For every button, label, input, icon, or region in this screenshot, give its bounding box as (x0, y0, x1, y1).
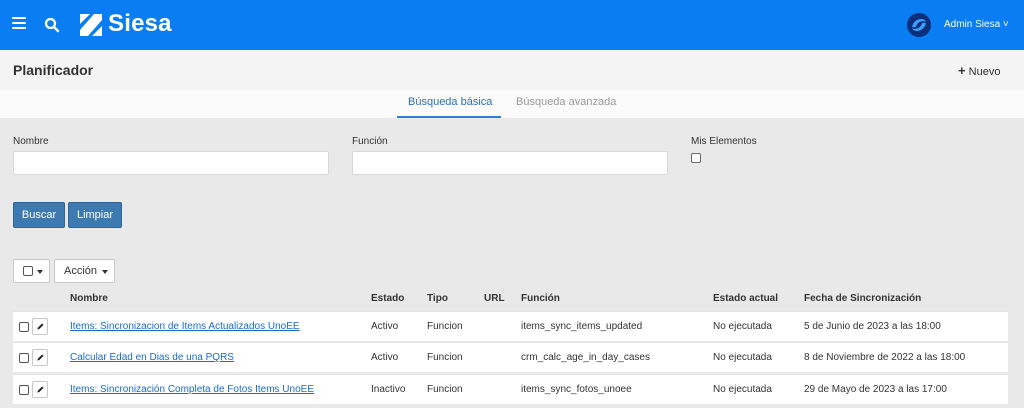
column-header-url[interactable]: URL (484, 293, 505, 304)
pencil-icon[interactable] (32, 349, 48, 366)
search-button[interactable]: Buscar (13, 202, 65, 228)
pencil-icon[interactable] (32, 381, 48, 398)
search-icon[interactable] (44, 17, 60, 33)
my-elements-checkbox[interactable] (691, 153, 701, 163)
row-current-status: No ejecutada (713, 384, 772, 395)
action-dropdown-label: Acción (64, 265, 98, 277)
column-header-status[interactable]: Estado (371, 293, 404, 304)
name-label: Nombre (13, 136, 49, 147)
table-row: Items: Sincronizacion de Items Actualiza… (13, 311, 1008, 341)
brand-name[interactable]: Siesa (108, 10, 172, 38)
select-all-dropdown[interactable] (13, 259, 50, 283)
function-input[interactable] (352, 151, 668, 175)
table-row: Calcular Edad en Dias de una PQRS Activo… (13, 342, 1008, 372)
column-header-current-status[interactable]: Estado actual (713, 293, 778, 304)
tab-basic-search[interactable]: Búsqueda básica (408, 96, 492, 108)
function-label: Función (352, 136, 388, 147)
clear-button[interactable]: Limpiar (68, 202, 122, 228)
row-sync-date: 5 de Junio de 2023 a las 18:00 (804, 321, 941, 332)
new-button[interactable]: + Nuevo (958, 63, 1000, 78)
caret-down-icon (37, 270, 43, 274)
row-current-status: No ejecutada (713, 352, 772, 363)
row-checkbox[interactable] (19, 385, 29, 395)
row-status: Activo (371, 352, 399, 363)
caret-down-icon (102, 270, 108, 274)
column-header-name[interactable]: Nombre (70, 293, 108, 304)
menu-icon[interactable] (12, 17, 26, 29)
row-sync-date: 8 de Noviembre de 2022 a las 18:00 (804, 352, 966, 363)
row-name-link[interactable]: Items: Sincronizacion de Items Actualiza… (70, 321, 300, 332)
active-tab-indicator (397, 116, 501, 118)
page-title: Planificador (13, 62, 94, 78)
table-row: Items: Sincronización Completa de Fotos … (13, 374, 1008, 404)
tab-advanced-search[interactable]: Búsqueda avanzada (516, 96, 616, 108)
row-function: items_sync_fotos_unoee (521, 384, 632, 395)
column-header-type[interactable]: Tipo (427, 293, 448, 304)
row-type: Funcion (427, 352, 463, 363)
avatar-icon[interactable] (906, 12, 932, 38)
row-function: items_sync_items_updated (521, 321, 643, 332)
name-input[interactable] (13, 151, 329, 175)
row-type: Funcion (427, 384, 463, 395)
row-status: Activo (371, 321, 399, 332)
column-header-sync-date[interactable]: Fecha de Sincronización (804, 293, 921, 304)
row-type: Funcion (427, 321, 463, 332)
plus-icon: + (958, 63, 966, 78)
row-current-status: No ejecutada (713, 321, 772, 332)
row-checkbox[interactable] (19, 353, 29, 363)
row-name-link[interactable]: Calcular Edad en Dias de una PQRS (70, 352, 234, 363)
action-dropdown[interactable]: Acción (54, 259, 115, 283)
siesa-logo-icon[interactable] (78, 12, 104, 38)
my-elements-label: Mis Elementos (691, 136, 757, 147)
user-menu[interactable]: Admin Siesa ˅ (944, 19, 1009, 30)
search-tabs: Búsqueda básica Búsqueda avanzada (0, 90, 1024, 118)
row-status: Inactivo (371, 384, 406, 395)
row-checkbox[interactable] (19, 322, 29, 332)
row-sync-date: 29 de Mayo de 2023 a las 17:00 (804, 384, 947, 395)
column-header-function[interactable]: Función (521, 293, 560, 304)
checkbox-icon (23, 266, 33, 276)
top-navbar: Siesa Admin Siesa ˅ (0, 0, 1024, 50)
new-button-label: Nuevo (968, 66, 1001, 78)
page-header: Planificador + Nuevo (0, 50, 1024, 90)
row-name-link[interactable]: Items: Sincronización Completa de Fotos … (70, 384, 314, 395)
pencil-icon[interactable] (32, 318, 48, 335)
row-function: crm_calc_age_in_day_cases (521, 352, 650, 363)
